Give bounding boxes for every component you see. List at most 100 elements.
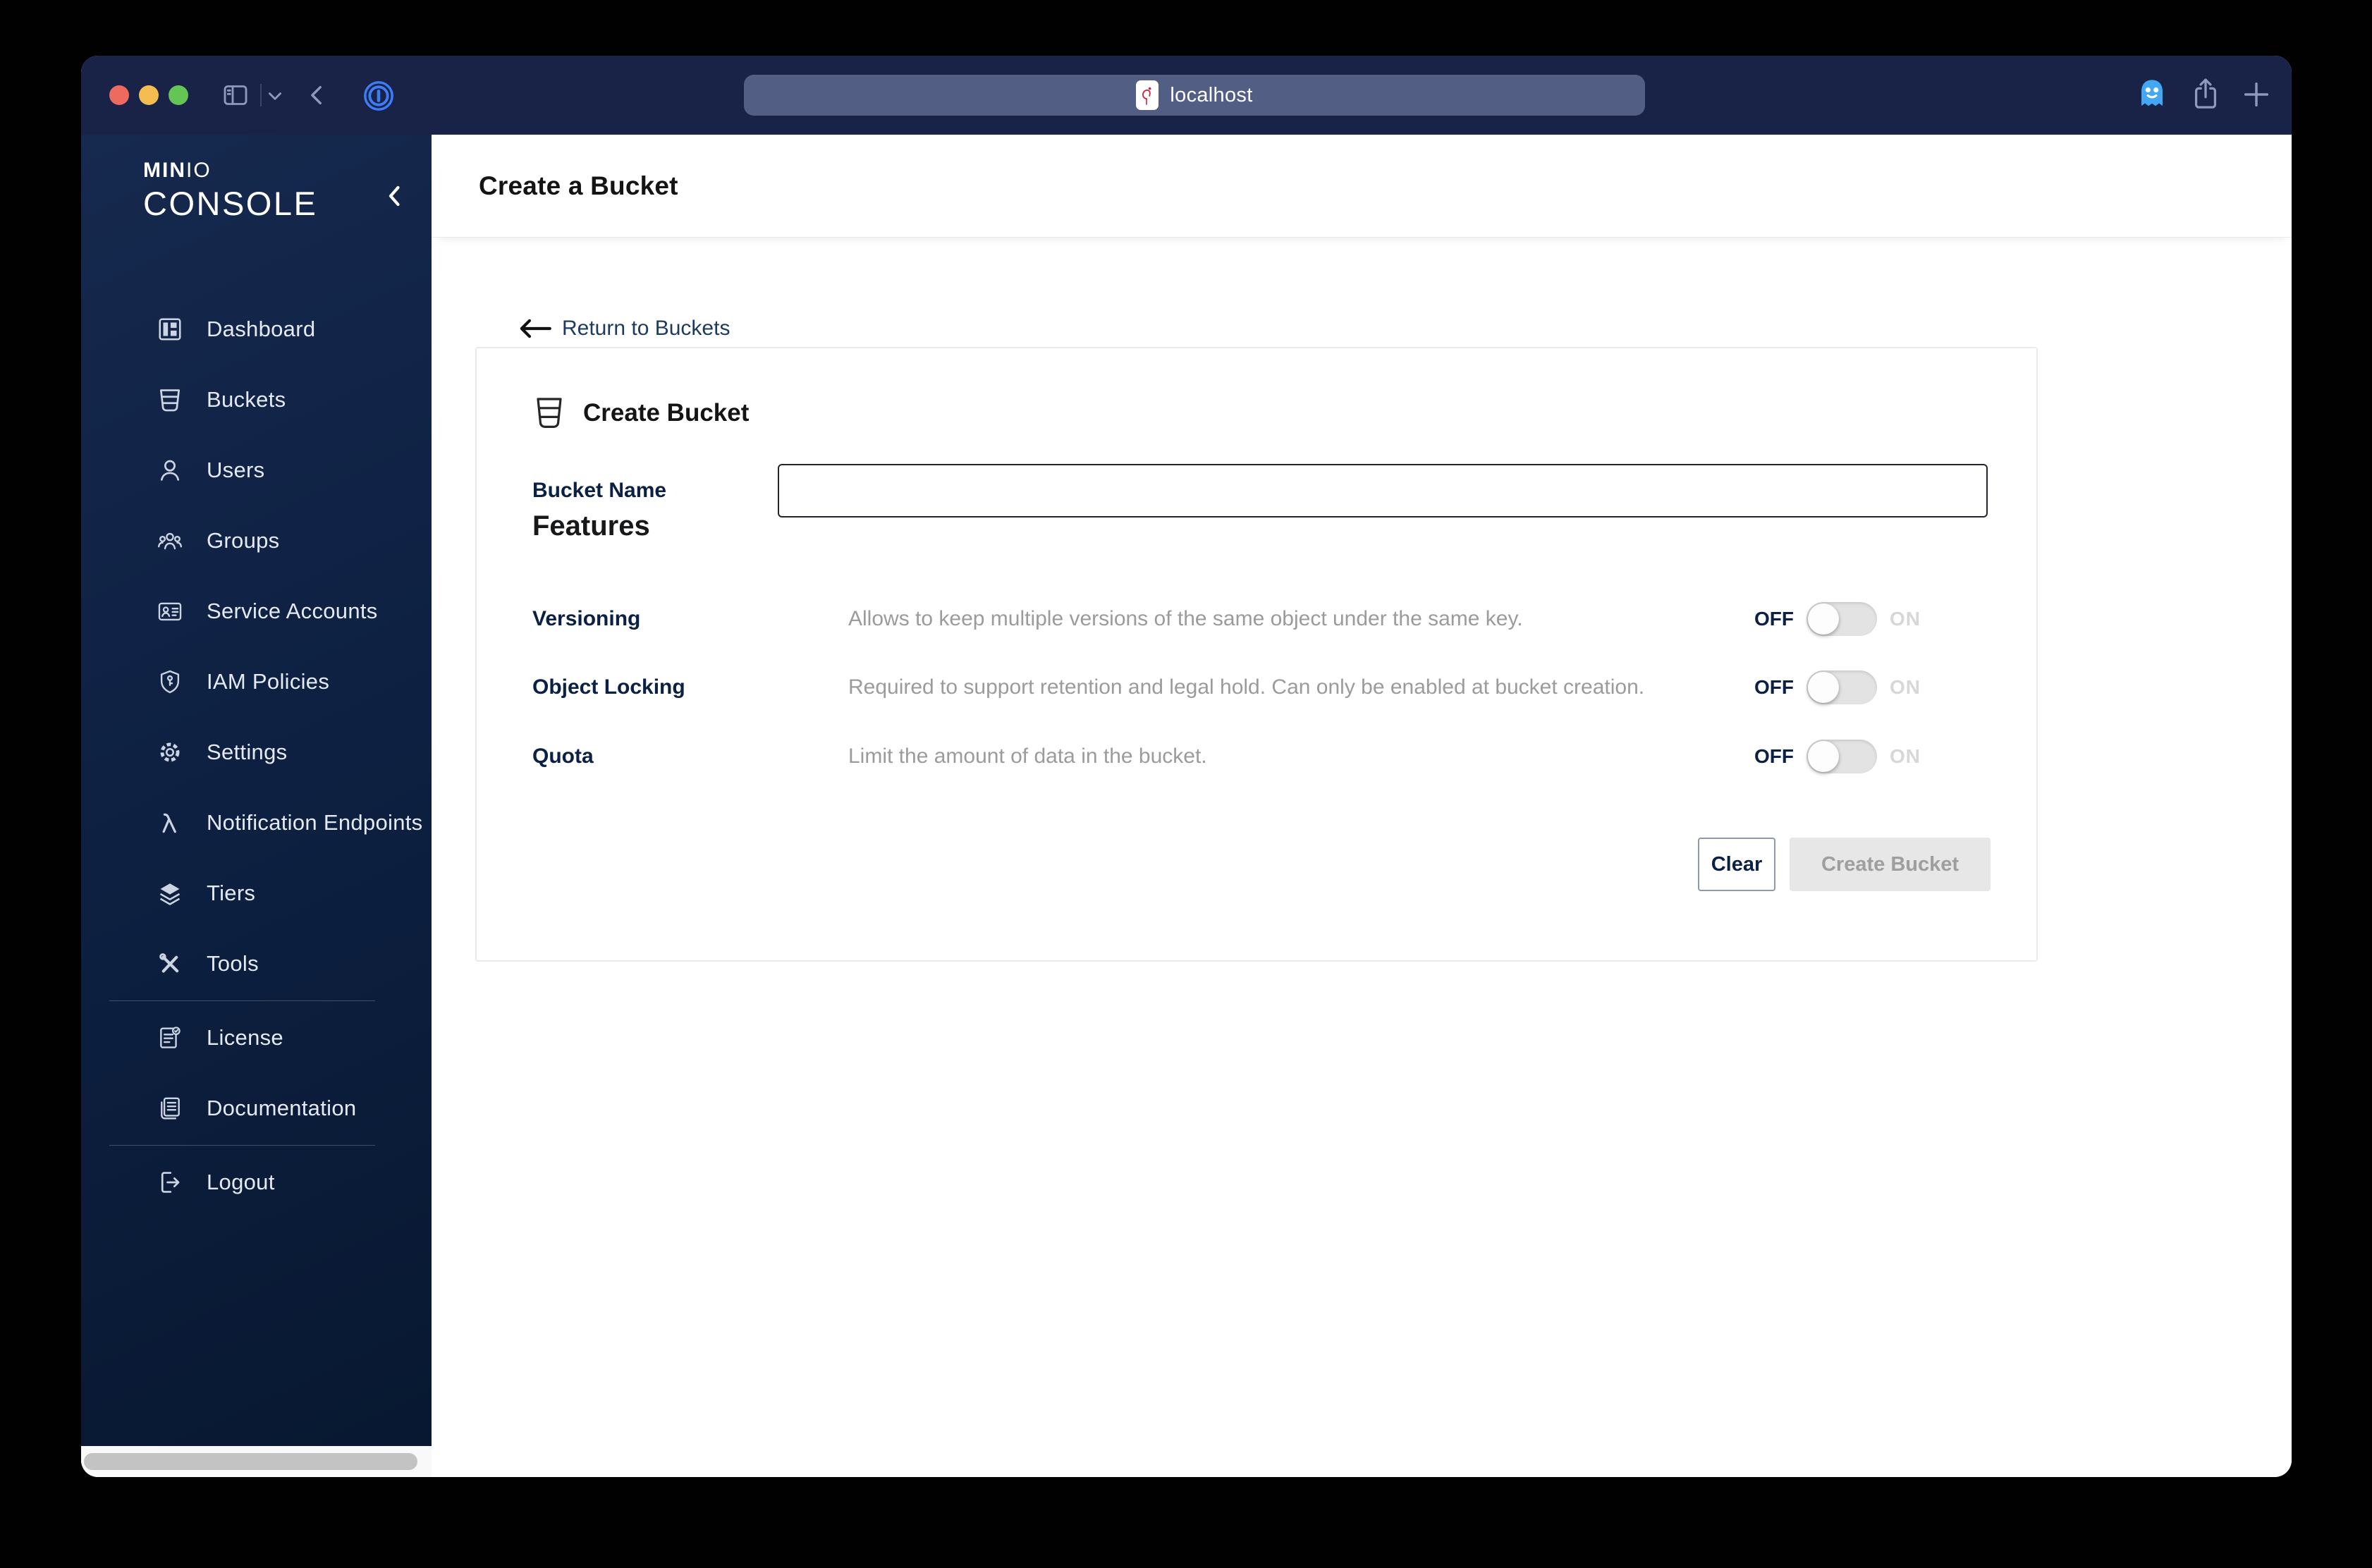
bucket-name-input[interactable] [778, 464, 1988, 517]
quota-label: Quota [532, 745, 594, 768]
sidebar-item-label: Dashboard [207, 317, 316, 341]
sidebar-scrollbar-track [81, 1446, 432, 1477]
sidebar-item-groups[interactable]: Groups [81, 506, 432, 576]
bucket-icon [532, 395, 566, 431]
object-locking-toggle[interactable] [1806, 670, 1877, 704]
sidebar-item-iam-policies[interactable]: IAM Policies [81, 647, 432, 717]
sidebar-item-documentation[interactable]: Documentation [81, 1073, 432, 1144]
service-accounts-icon [156, 597, 184, 625]
logout-icon [156, 1168, 184, 1196]
features-heading: Features [532, 510, 650, 541]
versioning-toggle-group: OFF ON [1754, 602, 1921, 636]
sidebar-item-label: Users [207, 458, 265, 482]
browser-window: localhost MINIO CONSOLE Dashboard Bucket… [81, 56, 2292, 1477]
versioning-description: Allows to keep multiple versions of the … [848, 607, 1523, 630]
sidebar-item-dashboard[interactable]: Dashboard [81, 294, 432, 365]
card-header: Create Bucket [532, 395, 749, 431]
object-locking-toggle-group: OFF ON [1754, 670, 1921, 704]
sidebar-item-label: Service Accounts [207, 599, 378, 623]
bucket-name-label: Bucket Name [532, 479, 667, 502]
window-minimize-button[interactable] [139, 85, 159, 105]
toggle-off-label: OFF [1754, 676, 1794, 698]
share-icon[interactable] [2189, 75, 2222, 112]
page-header: Create a Bucket [432, 135, 2292, 238]
toggle-off-label: OFF [1754, 745, 1794, 767]
bucket-icon [156, 386, 184, 414]
sidebar-item-notification-endpoints[interactable]: Notification Endpoints [81, 788, 432, 858]
sidebar-divider [109, 1000, 375, 1001]
sidebar-item-label: IAM Policies [207, 669, 330, 694]
tools-icon [156, 950, 184, 978]
toggle-knob [1808, 741, 1839, 772]
sidebar-item-label: Buckets [207, 387, 286, 412]
sidebar-item-tools[interactable]: Tools [81, 929, 432, 999]
page-title: Create a Bucket [479, 171, 678, 200]
back-icon[interactable] [305, 80, 329, 111]
object-locking-description: Required to support retention and legal … [848, 675, 1645, 699]
quota-toggle[interactable] [1806, 740, 1877, 773]
sidebar-menu: Dashboard Buckets Users Groups Service A… [81, 294, 432, 1218]
ghostery-icon[interactable] [2134, 75, 2170, 112]
groups-icon [156, 527, 184, 555]
onepassword-icon[interactable] [362, 80, 395, 112]
address-url: localhost [1170, 83, 1253, 106]
return-link-label: Return to Buckets [562, 317, 730, 340]
sidebar-item-label: License [207, 1025, 283, 1050]
card-title: Create Bucket [583, 399, 750, 427]
versioning-label: Versioning [532, 607, 641, 630]
sidebar-item-service-accounts[interactable]: Service Accounts [81, 576, 432, 647]
sidebar-item-logout[interactable]: Logout [81, 1147, 432, 1218]
new-tab-icon[interactable] [2240, 78, 2273, 111]
return-to-buckets-link[interactable]: Return to Buckets [518, 309, 730, 348]
sidebar-toggle-icon[interactable] [221, 81, 250, 109]
shield-key-icon [156, 668, 184, 696]
sidebar-item-settings[interactable]: Settings [81, 717, 432, 788]
sidebar-item-label: Tools [207, 951, 259, 976]
sidebar-item-label: Logout [207, 1170, 275, 1194]
sidebar-collapse-button[interactable] [381, 178, 409, 214]
sidebar-nav: MINIO CONSOLE Dashboard Buckets Users Gr… [81, 135, 432, 1446]
arrow-left-icon [518, 317, 552, 341]
sidebar-item-users[interactable]: Users [81, 435, 432, 506]
sidebar-item-license[interactable]: License [81, 1003, 432, 1073]
sidebar: MINIO CONSOLE Dashboard Buckets Users Gr… [81, 135, 432, 1477]
clear-button[interactable]: Clear [1698, 838, 1775, 891]
create-bucket-card: Create Bucket Bucket Name Features Versi… [475, 347, 2038, 962]
address-bar[interactable]: localhost [744, 75, 1645, 116]
sidebar-item-label: Documentation [207, 1096, 357, 1120]
sidebar-item-label: Settings [207, 740, 288, 764]
sidebar-item-label: Groups [207, 528, 280, 553]
sidebar-item-label: Tiers [207, 881, 256, 905]
minio-flamingo-icon [1136, 80, 1159, 110]
toggle-knob [1808, 604, 1839, 635]
browser-titlebar: localhost [81, 56, 2292, 135]
minio-console-logo: MINIO CONSOLE [143, 159, 317, 223]
user-icon [156, 456, 184, 484]
chevron-left-icon [386, 183, 403, 209]
quota-toggle-group: OFF ON [1754, 740, 1921, 773]
license-icon [156, 1024, 184, 1052]
sidebar-item-tiers[interactable]: Tiers [81, 858, 432, 929]
chevron-down-icon[interactable] [266, 90, 284, 104]
logo-product: CONSOLE [143, 185, 318, 222]
toggle-off-label: OFF [1754, 608, 1794, 630]
toggle-on-label: ON [1890, 745, 1921, 767]
versioning-toggle[interactable] [1806, 602, 1877, 636]
sidebar-scrollbar-thumb[interactable] [84, 1453, 417, 1470]
create-bucket-button[interactable]: Create Bucket [1790, 838, 1991, 891]
sidebar-divider [109, 1145, 375, 1146]
sidebar-item-buckets[interactable]: Buckets [81, 365, 432, 435]
toolbar-divider [260, 84, 262, 106]
toggle-on-label: ON [1890, 676, 1921, 698]
screen-background: localhost MINIO CONSOLE Dashboard Bucket… [0, 0, 2372, 1568]
toggle-on-label: ON [1890, 608, 1921, 630]
window-close-button[interactable] [109, 85, 129, 105]
window-zoom-button[interactable] [169, 85, 188, 105]
quota-description: Limit the amount of data in the bucket. [848, 745, 1207, 768]
toggle-knob [1808, 672, 1839, 703]
layers-icon [156, 879, 184, 907]
sidebar-item-label: Notification Endpoints [207, 810, 423, 835]
documentation-icon [156, 1094, 184, 1122]
lambda-icon [156, 809, 184, 837]
main-content: Create a Bucket Return to Buckets Create… [432, 135, 2292, 1477]
